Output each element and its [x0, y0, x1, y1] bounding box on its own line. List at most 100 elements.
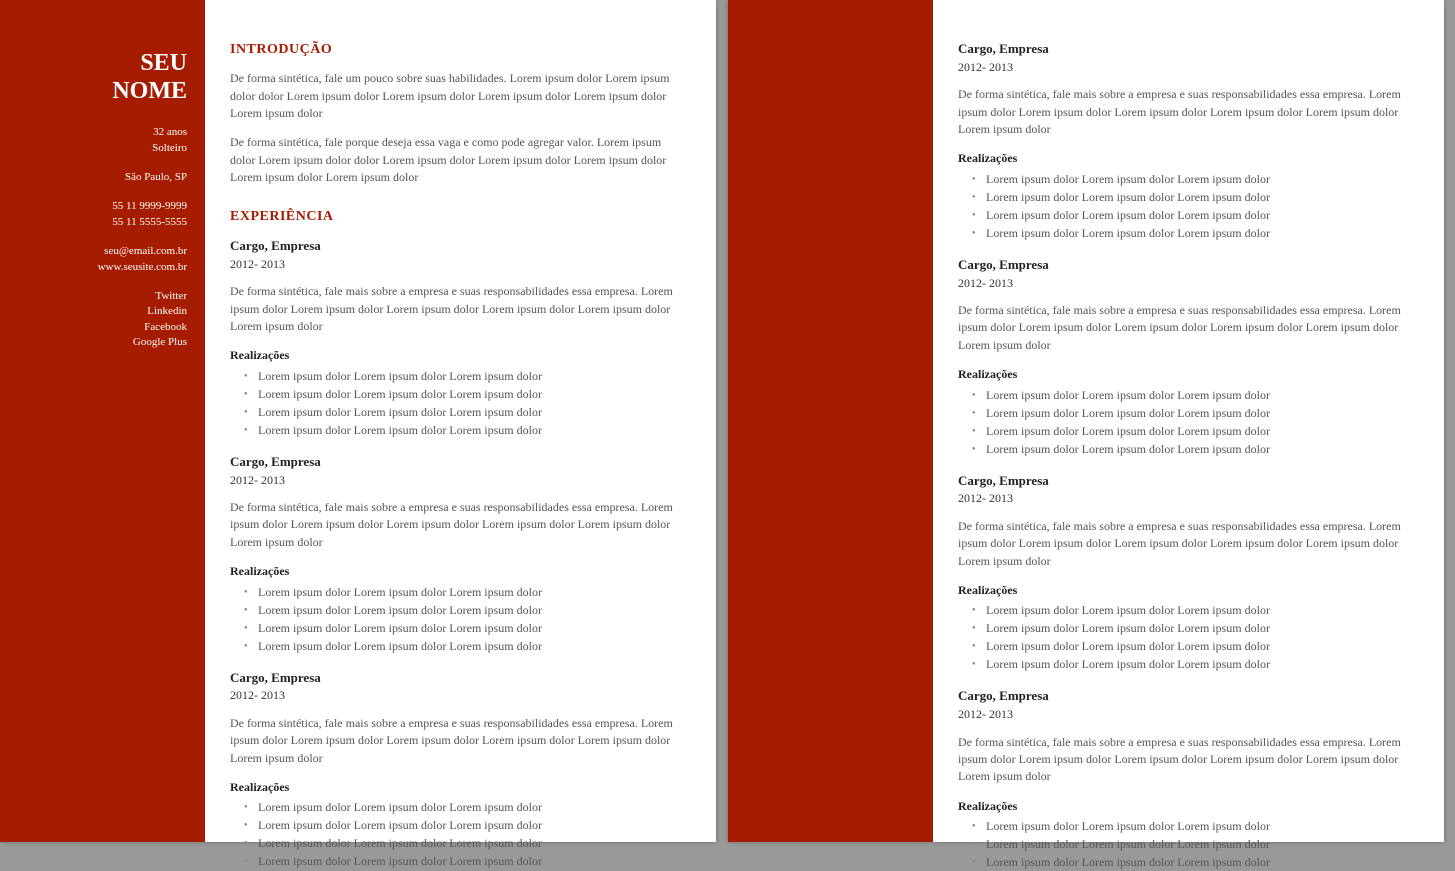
list-item: Lorem ipsum dolor Lorem ipsum dolor Lore… [986, 853, 1414, 871]
job-description: De forma sintética, fale mais sobre a em… [230, 283, 686, 335]
list-item: Lorem ipsum dolor Lorem ipsum dolor Lore… [986, 817, 1414, 835]
job-title: Cargo, Empresa [958, 472, 1414, 491]
achievements-list: Lorem ipsum dolor Lorem ipsum dolor Lore… [230, 583, 686, 655]
list-item: Lorem ipsum dolor Lorem ipsum dolor Lore… [986, 188, 1414, 206]
name-line1: SEU [140, 50, 187, 76]
list-item: Lorem ipsum dolor Lorem ipsum dolor Lore… [258, 601, 686, 619]
achievements-list: Lorem ipsum dolor Lorem ipsum dolor Lore… [958, 601, 1414, 673]
sidebar: SEU NOME 32 anos Solteiro São Paulo, SP … [0, 0, 205, 842]
social-googleplus: Google Plus [0, 335, 187, 350]
phone-2: 55 11 5555-5555 [0, 215, 187, 230]
city: São Paulo, SP [0, 170, 187, 185]
intro-paragraph-2: De forma sintética, fale porque deseja e… [230, 134, 686, 186]
website: www.seusite.com.br [0, 260, 187, 275]
achievements-heading: Realizações [230, 347, 686, 364]
list-item: Lorem ipsum dolor Lorem ipsum dolor Lore… [986, 386, 1414, 404]
job-title: Cargo, Empresa [230, 237, 686, 256]
job-entry: Cargo, Empresa2012- 2013 De forma sintéti… [958, 687, 1414, 871]
achievements-list: Lorem ipsum dolor Lorem ipsum dolor Lore… [958, 817, 1414, 871]
list-item: Lorem ipsum dolor Lorem ipsum dolor Lore… [258, 637, 686, 655]
achievements-heading: Realizações [958, 582, 1414, 599]
social-facebook: Facebook [0, 320, 187, 335]
job-title: Cargo, Empresa [958, 40, 1414, 59]
location-block: São Paulo, SP [0, 170, 187, 185]
marital-status: Solteiro [0, 141, 187, 156]
list-item: Lorem ipsum dolor Lorem ipsum dolor Lore… [258, 385, 686, 403]
achievements-heading: Realizações [230, 779, 686, 796]
experience-heading: EXPERIÊNCIA [230, 207, 686, 227]
intro-section: INTRODUÇÃO De forma sintética, fale um p… [230, 40, 686, 187]
intro-heading: INTRODUÇÃO [230, 40, 686, 60]
achievements-list: Lorem ipsum dolor Lorem ipsum dolor Lore… [230, 367, 686, 439]
resume-page-1: SEU NOME 32 anos Solteiro São Paulo, SP … [0, 0, 716, 842]
list-item: Lorem ipsum dolor Lorem ipsum dolor Lore… [986, 404, 1414, 422]
list-item: Lorem ipsum dolor Lorem ipsum dolor Lore… [258, 852, 686, 870]
main-content-page-2: Cargo, Empresa2012- 2013De forma sintéti… [933, 0, 1444, 842]
job-description: De forma sintética, fale mais sobre a em… [958, 86, 1414, 138]
intro-paragraph-1: De forma sintética, fale um pouco sobre … [230, 70, 686, 122]
job-description: De forma sintética, fale mais sobre a em… [958, 518, 1414, 570]
list-item: Lorem ipsum dolor Lorem ipsum dolor Lore… [986, 170, 1414, 188]
job-entry: Cargo, Empresa2012- 2013 De forma sintéti… [958, 40, 1414, 242]
social-twitter: Twitter [0, 289, 187, 304]
main-content-page-1: INTRODUÇÃO De forma sintética, fale um p… [205, 0, 716, 842]
name-line2: NOME [112, 78, 187, 104]
achievements-heading: Realizações [958, 798, 1414, 815]
achievements-list: Lorem ipsum dolor Lorem ipsum dolor Lore… [230, 798, 686, 870]
job-description: De forma sintética, fale mais sobre a em… [230, 499, 686, 551]
web-block: seu@email.com.br www.seusite.com.br [0, 244, 187, 275]
job-title: Cargo, Empresa [958, 687, 1414, 706]
achievements-list: Lorem ipsum dolor Lorem ipsum dolor Lore… [958, 386, 1414, 458]
job-title: Cargo, Empresa [958, 256, 1414, 275]
achievements-list: Lorem ipsum dolor Lorem ipsum dolor Lore… [958, 170, 1414, 242]
list-item: Lorem ipsum dolor Lorem ipsum dolor Lore… [986, 835, 1414, 853]
list-item: Lorem ipsum dolor Lorem ipsum dolor Lore… [258, 583, 686, 601]
list-item: Lorem ipsum dolor Lorem ipsum dolor Lore… [258, 816, 686, 834]
phone-1: 55 11 9999-9999 [0, 199, 187, 214]
achievements-heading: Realizações [958, 366, 1414, 383]
job-entry: Cargo, Empresa2012- 2013 De forma sintéti… [230, 453, 686, 655]
job-title: Cargo, Empresa [230, 669, 686, 688]
list-item: Lorem ipsum dolor Lorem ipsum dolor Lore… [258, 834, 686, 852]
sidebar-page-2 [728, 0, 933, 842]
list-item: Lorem ipsum dolor Lorem ipsum dolor Lore… [258, 798, 686, 816]
list-item: Lorem ipsum dolor Lorem ipsum dolor Lore… [258, 421, 686, 439]
job-dates: 2012- 2013 [230, 472, 686, 489]
job-dates: 2012- 2013 [958, 59, 1414, 76]
job-dates: 2012- 2013 [230, 256, 686, 273]
achievements-heading: Realizações [230, 563, 686, 580]
list-item: Lorem ipsum dolor Lorem ipsum dolor Lore… [986, 422, 1414, 440]
job-entry: Cargo, Empresa2012- 2013 De forma sintéti… [958, 472, 1414, 674]
age: 32 anos [0, 125, 187, 140]
list-item: Lorem ipsum dolor Lorem ipsum dolor Lore… [986, 637, 1414, 655]
job-dates: 2012- 2013 [958, 490, 1414, 507]
achievements-heading: Realizações [958, 150, 1414, 167]
job-dates: 2012- 2013 [230, 687, 686, 704]
experience-section: EXPERIÊNCIA Cargo, Empresa2012- 2013De f… [230, 207, 686, 871]
job-dates: 2012- 2013 [958, 706, 1414, 723]
list-item: Lorem ipsum dolor Lorem ipsum dolor Lore… [986, 206, 1414, 224]
list-item: Lorem ipsum dolor Lorem ipsum dolor Lore… [986, 440, 1414, 458]
job-description: De forma sintética, fale mais sobre a em… [958, 734, 1414, 786]
job-entry: Cargo, Empresa2012- 2013 De forma sintéti… [958, 256, 1414, 458]
list-item: Lorem ipsum dolor Lorem ipsum dolor Lore… [258, 403, 686, 421]
social-block: Twitter Linkedin Facebook Google Plus [0, 289, 187, 351]
job-entry: Cargo, Empresa2012- 2013 De forma sintéti… [230, 669, 686, 871]
candidate-name: SEU NOME [0, 50, 187, 105]
email: seu@email.com.br [0, 244, 187, 259]
job-dates: 2012- 2013 [958, 275, 1414, 292]
social-linkedin: Linkedin [0, 304, 187, 319]
list-item: Lorem ipsum dolor Lorem ipsum dolor Lore… [986, 655, 1414, 673]
list-item: Lorem ipsum dolor Lorem ipsum dolor Lore… [986, 619, 1414, 637]
job-description: De forma sintética, fale mais sobre a em… [958, 302, 1414, 354]
job-entry: Cargo, Empresa2012- 2013 De forma sintéti… [230, 237, 686, 439]
resume-page-2: Cargo, Empresa2012- 2013De forma sintéti… [728, 0, 1444, 842]
list-item: Lorem ipsum dolor Lorem ipsum dolor Lore… [986, 601, 1414, 619]
list-item: Lorem ipsum dolor Lorem ipsum dolor Lore… [258, 619, 686, 637]
personal-block: 32 anos Solteiro [0, 125, 187, 156]
list-item: Lorem ipsum dolor Lorem ipsum dolor Lore… [258, 367, 686, 385]
job-description: De forma sintética, fale mais sobre a em… [230, 715, 686, 767]
job-title: Cargo, Empresa [230, 453, 686, 472]
phone-block: 55 11 9999-9999 55 11 5555-5555 [0, 199, 187, 230]
list-item: Lorem ipsum dolor Lorem ipsum dolor Lore… [986, 224, 1414, 242]
